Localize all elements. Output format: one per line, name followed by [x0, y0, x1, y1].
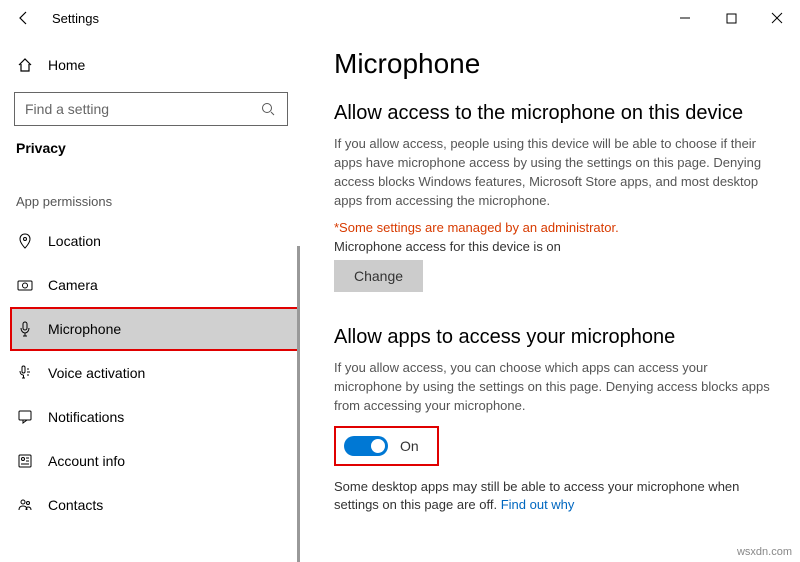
sidebar-item-location[interactable]: Location	[12, 219, 300, 263]
section2-footnote: Some desktop apps may still be able to a…	[334, 478, 776, 514]
sidebar-item-camera[interactable]: Camera	[12, 263, 300, 307]
section2-heading: Allow apps to access your microphone	[334, 326, 776, 349]
maximize-button[interactable]	[708, 0, 754, 36]
close-button[interactable]	[754, 0, 800, 36]
sidebar-item-notifications[interactable]: Notifications	[12, 395, 300, 439]
close-icon	[771, 12, 783, 24]
change-button[interactable]: Change	[334, 260, 423, 292]
search-input[interactable]: Find a setting	[14, 92, 288, 126]
sidebar-home-label: Home	[48, 57, 85, 73]
window-title: Settings	[52, 11, 99, 26]
apps-access-toggle[interactable]	[344, 436, 388, 456]
arrow-left-icon	[16, 10, 32, 26]
search-placeholder: Find a setting	[25, 101, 259, 117]
sidebar: Home Find a setting Privacy App permissi…	[0, 36, 300, 562]
sidebar-item-account-info[interactable]: Account info	[12, 439, 300, 483]
sidebar-item-label: Contacts	[48, 497, 103, 513]
main-content: Microphone Allow access to the microphon…	[300, 36, 800, 562]
sidebar-item-label: Notifications	[48, 409, 124, 425]
sidebar-item-label: Account info	[48, 453, 125, 469]
account-info-icon	[16, 452, 34, 470]
minimize-icon	[679, 12, 691, 24]
toggle-label: On	[400, 438, 419, 454]
device-access-status: Microphone access for this device is on	[334, 239, 776, 254]
apps-access-toggle-row: On	[334, 426, 439, 466]
sidebar-item-voice-activation[interactable]: Voice activation	[12, 351, 300, 395]
search-icon	[259, 100, 277, 118]
window-controls	[662, 0, 800, 36]
sidebar-home[interactable]: Home	[12, 46, 300, 84]
sidebar-item-label: Camera	[48, 277, 98, 293]
watermark: wsxdn.com	[737, 546, 792, 558]
notifications-icon	[16, 408, 34, 426]
microphone-icon	[16, 320, 34, 338]
page-title: Microphone	[334, 48, 776, 80]
section1-desc: If you allow access, people using this d…	[334, 135, 776, 210]
back-button[interactable]	[12, 10, 36, 26]
maximize-icon	[726, 13, 737, 24]
admin-warning: *Some settings are managed by an adminis…	[334, 220, 776, 235]
voice-activation-icon	[16, 364, 34, 382]
sidebar-section-header: App permissions	[12, 170, 300, 219]
home-icon	[16, 56, 34, 74]
section2-desc: If you allow access, you can choose whic…	[334, 359, 776, 416]
sidebar-item-label: Location	[48, 233, 101, 249]
minimize-button[interactable]	[662, 0, 708, 36]
section1-heading: Allow access to the microphone on this d…	[334, 102, 776, 125]
sidebar-scrollbar[interactable]	[297, 246, 300, 562]
sidebar-item-microphone[interactable]: Microphone	[10, 307, 300, 351]
sidebar-item-label: Voice activation	[48, 365, 145, 381]
camera-icon	[16, 276, 34, 294]
find-out-why-link[interactable]: Find out why	[501, 497, 575, 512]
title-bar: Settings	[0, 0, 800, 36]
sidebar-category: Privacy	[12, 140, 300, 170]
sidebar-item-label: Microphone	[48, 321, 121, 337]
sidebar-item-contacts[interactable]: Contacts	[12, 483, 300, 527]
location-icon	[16, 232, 34, 250]
contacts-icon	[16, 496, 34, 514]
